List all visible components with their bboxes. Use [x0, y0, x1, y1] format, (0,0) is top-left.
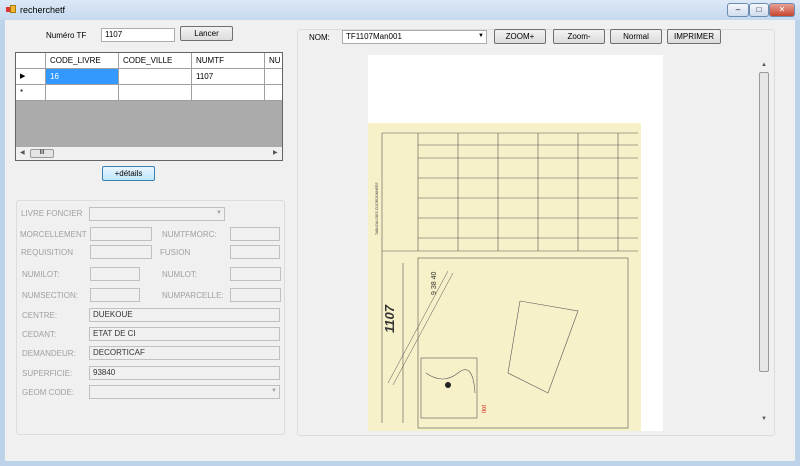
- grid-cell[interactable]: [265, 85, 282, 101]
- chevron-down-icon: ▼: [271, 388, 277, 394]
- livre-foncier-combo[interactable]: [89, 207, 225, 221]
- requisition-label: REQUISITION: [21, 248, 74, 257]
- column-header[interactable]: NUMTF: [192, 53, 265, 69]
- print-button[interactable]: IMPRIMER: [667, 29, 721, 44]
- column-header[interactable]: NU: [265, 53, 282, 69]
- numparcelle-label: NUMPARCELLE:: [162, 291, 224, 300]
- vertical-scrollbar[interactable]: ▲ ▼: [758, 60, 770, 426]
- numero-tf-input[interactable]: 1107: [101, 28, 175, 42]
- livre-foncier-label: LIVRE FONCIER: [21, 209, 83, 218]
- superficie-label: SUPERFICIE:: [22, 369, 73, 378]
- numsection-label: NUMSECTION:: [22, 291, 78, 300]
- nom-combo[interactable]: TF1107Man001: [342, 30, 487, 44]
- cedant-input[interactable]: ETAT DE CI: [89, 327, 280, 341]
- scan-red-annotation: Ilot: [482, 405, 488, 413]
- scroll-left-icon[interactable]: ◀: [20, 149, 25, 156]
- centre-input[interactable]: DUEKOUE: [89, 308, 280, 322]
- centre-label: CENTRE:: [22, 311, 58, 320]
- horizontal-scrollbar[interactable]: ◀ III ▶: [16, 147, 282, 160]
- grid-cell[interactable]: 16: [46, 69, 119, 85]
- grid-cell[interactable]: 1107: [192, 69, 265, 85]
- numparcelle-input[interactable]: [230, 288, 281, 302]
- numilot-input[interactable]: [90, 267, 140, 281]
- numsection-input[interactable]: [90, 288, 140, 302]
- scroll-thumb[interactable]: III: [30, 149, 54, 158]
- title-bar: [0, 0, 800, 20]
- row-header-new[interactable]: *: [16, 85, 46, 101]
- numlot-input[interactable]: [230, 267, 281, 281]
- column-header[interactable]: CODE_VILLE: [119, 53, 192, 69]
- maximize-button[interactable]: □: [749, 3, 769, 17]
- fusion-input[interactable]: [230, 245, 280, 259]
- zoom-in-button[interactable]: ZOOM+: [494, 29, 546, 44]
- scroll-up-icon[interactable]: ▲: [761, 62, 767, 68]
- nom-label: NOM:: [309, 33, 330, 42]
- geom-code-combo[interactable]: [89, 385, 280, 399]
- minimize-button[interactable]: –: [727, 3, 749, 17]
- demandeur-label: DEMANDEUR:: [22, 349, 76, 358]
- window-title: recherchetf: [20, 5, 66, 15]
- demandeur-input[interactable]: DECORTICAF: [89, 346, 280, 360]
- chevron-down-icon: ▼: [216, 210, 222, 216]
- numilot-label: NUMILOT:: [22, 270, 60, 279]
- grid-cell[interactable]: [265, 69, 282, 85]
- geom-code-label: GEOM CODE:: [22, 388, 75, 397]
- cedant-label: CEDANT:: [22, 330, 57, 339]
- row-header-current[interactable]: ▶: [16, 69, 46, 85]
- morcellement-label: MORCELLEMENT: [20, 230, 87, 239]
- grid-cell[interactable]: [192, 85, 265, 101]
- scan-area: 9 38 40: [431, 272, 438, 295]
- grid-cell[interactable]: [119, 69, 192, 85]
- numero-tf-label: Numéro TF: [46, 31, 87, 40]
- close-button[interactable]: ✕: [769, 3, 795, 17]
- scan-tf-number: 1107: [382, 304, 397, 333]
- app-icon: [6, 5, 16, 14]
- zoom-out-button[interactable]: Zoom-: [553, 29, 605, 44]
- requisition-input[interactable]: [90, 245, 152, 259]
- scroll-thumb[interactable]: [759, 72, 769, 372]
- column-header[interactable]: CODE_LIVRE: [46, 53, 119, 69]
- morcellement-input[interactable]: [90, 227, 152, 241]
- lancer-button[interactable]: Lancer: [180, 26, 233, 41]
- scan-table-title: TABLEAU DES COORDONNEES: [375, 182, 379, 235]
- grid-cell[interactable]: [46, 85, 119, 101]
- scroll-right-icon[interactable]: ▶: [273, 149, 278, 156]
- numtfmorc-label: NUMTFMORC:: [162, 230, 217, 239]
- normal-button[interactable]: Normal: [610, 29, 662, 44]
- scroll-down-icon[interactable]: ▼: [761, 416, 767, 422]
- grid-corner: [16, 53, 46, 69]
- scanned-document-image: 1107 9 38 40 TABLEAU DES COORDONNEES Ilo…: [368, 123, 641, 431]
- fusion-label: FUSION: [160, 248, 191, 257]
- superficie-input[interactable]: 93840: [89, 366, 280, 380]
- map-marker: [445, 382, 451, 388]
- numtfmorc-input[interactable]: [230, 227, 280, 241]
- grid-cell[interactable]: [119, 85, 192, 101]
- details-button[interactable]: +détails: [102, 166, 155, 181]
- numlot-label: NUMLOT:: [162, 270, 198, 279]
- results-grid[interactable]: CODE_LIVRE CODE_VILLE NUMTF NU ▶ 16 1107…: [15, 52, 283, 161]
- paper-background: [368, 123, 641, 431]
- chevron-down-icon[interactable]: ▼: [478, 33, 484, 39]
